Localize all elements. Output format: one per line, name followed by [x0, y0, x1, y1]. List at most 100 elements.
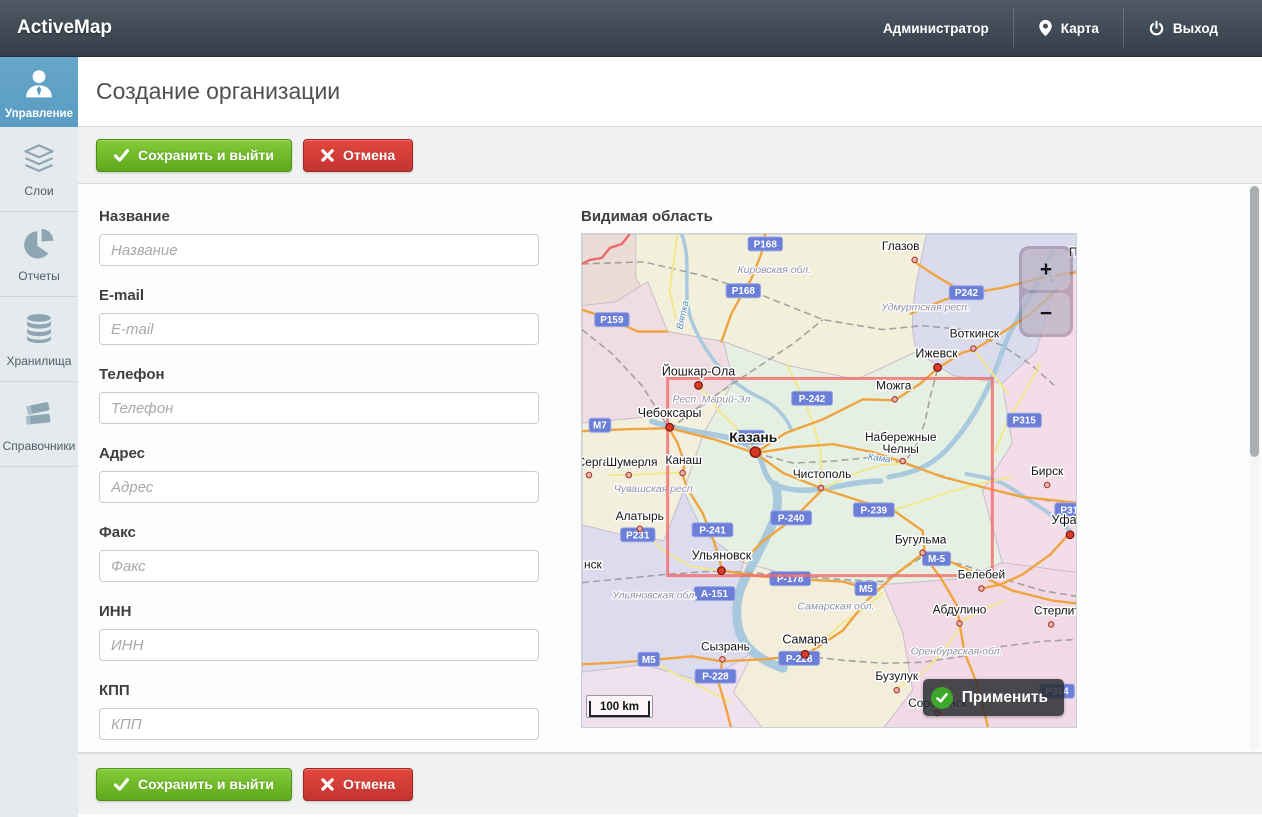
svg-text:Можга: Можга: [876, 378, 912, 392]
svg-text:Ульяновск: Ульяновск: [692, 549, 752, 563]
sidebar-item-layers[interactable]: Слои: [0, 127, 78, 212]
cancel-button-label: Отмена: [343, 776, 395, 792]
map-scale: 100 km: [586, 695, 653, 718]
svg-text:Абдулино: Абдулино: [933, 602, 987, 616]
svg-text:Йошкар-Ола: Йошкар-Ола: [662, 363, 735, 378]
road-badge: Р168: [726, 284, 760, 298]
logout-button[interactable]: Выход: [1124, 20, 1242, 37]
svg-text:Р159: Р159: [600, 315, 624, 326]
form-scrollbar-thumb[interactable]: [1250, 186, 1259, 457]
apply-button-label: Применить: [962, 689, 1048, 707]
apply-check-icon: [931, 687, 953, 709]
field-inn: ИНН: [99, 603, 539, 661]
inn-field[interactable]: [99, 629, 539, 661]
svg-text:Ижевск: Ижевск: [915, 347, 958, 361]
kpp-field[interactable]: [99, 708, 539, 740]
sidebar-item-management[interactable]: Управление: [0, 57, 78, 127]
map-link[interactable]: Карта: [1014, 19, 1123, 37]
sidebar-item-reports[interactable]: Отчеты: [0, 212, 78, 297]
cancel-button[interactable]: Отмена: [303, 139, 413, 172]
road-badge: Р-240: [771, 511, 812, 525]
fax-field[interactable]: [99, 550, 539, 582]
visible-area-label: Видимая область: [581, 208, 1077, 225]
logout-label: Выход: [1173, 21, 1218, 36]
sidebar-item-directories[interactable]: Справочники: [0, 382, 78, 467]
sidebar-item-label: Справочники: [3, 439, 76, 453]
region-label: Ульяновская обл.: [611, 590, 697, 602]
road-badge: Р159: [595, 313, 629, 327]
pie-chart-icon: [21, 226, 57, 262]
map-apply-button[interactable]: Применить: [923, 679, 1064, 716]
road-badge: Р-228: [779, 651, 820, 665]
svg-text:Белебей: Белебей: [958, 568, 1006, 582]
svg-text:М7: М7: [593, 421, 607, 432]
page-title: Создание организации: [96, 78, 340, 105]
region-label: Самарская обл.: [798, 600, 875, 612]
svg-text:Р-240: Р-240: [778, 513, 805, 524]
svg-text:Р242: Р242: [955, 288, 979, 299]
road-badge: Р-241: [692, 523, 733, 537]
sidebar-item-storage[interactable]: Хранилища: [0, 297, 78, 382]
cancel-button-label: Отмена: [343, 147, 395, 163]
city-marker: нск: [584, 558, 603, 572]
svg-text:Самара: Самара: [782, 632, 827, 646]
region-label: Чувашская респ.: [614, 484, 696, 495]
svg-text:Р-239: Р-239: [861, 505, 888, 516]
road-badge: Р-228: [695, 669, 736, 683]
road-badge: М7: [589, 418, 611, 432]
save-and-exit-button-bottom[interactable]: Сохранить и выйти: [96, 768, 292, 801]
save-button-label: Сохранить и выйти: [138, 776, 274, 792]
region-label: Кировская обл.: [737, 264, 810, 276]
svg-text:Алатырь: Алатырь: [616, 509, 664, 523]
sidebar-item-label: Хранилища: [7, 354, 72, 368]
sidebar-item-label: Управление: [5, 108, 73, 120]
svg-text:нск: нск: [584, 558, 603, 572]
checkmark-icon: [114, 149, 129, 162]
user-menu[interactable]: Администратор: [859, 21, 1013, 36]
field-label: КПП: [99, 682, 539, 699]
svg-text:Уфа: Уфа: [1052, 513, 1077, 527]
road-badge: Р315: [1007, 413, 1041, 427]
svg-text:Р231: Р231: [626, 530, 650, 541]
svg-text:Казань: Казань: [729, 429, 777, 445]
field-name: Название: [99, 208, 539, 266]
road-badge: М-5: [923, 552, 951, 566]
zoom-out-button[interactable]: −: [1022, 293, 1070, 334]
bottom-toolbar: Сохранить и выйти Отмена: [78, 753, 1262, 814]
organization-form: Название E-mail Телефон Адрес Факс: [78, 184, 1262, 753]
form-scrollbar[interactable]: [1249, 185, 1260, 751]
field-label: ИНН: [99, 603, 539, 620]
visible-area-map[interactable]: Р168Р242Р168Р159Р-242М7Р315М-7Р-239Р-240…: [581, 233, 1077, 728]
field-label: Адрес: [99, 445, 539, 462]
svg-text:М-5: М-5: [928, 554, 946, 565]
zoom-in-button[interactable]: +: [1022, 249, 1070, 290]
phone-field[interactable]: [99, 392, 539, 424]
cancel-button-bottom[interactable]: Отмена: [303, 768, 413, 801]
svg-text:Шумерля: Шумерля: [606, 455, 657, 469]
svg-text:Р168: Р168: [732, 286, 756, 297]
name-field[interactable]: [99, 234, 539, 266]
save-and-exit-button[interactable]: Сохранить и выйти: [96, 139, 292, 172]
checkmark-icon: [114, 778, 129, 791]
svg-text:Бугульма: Бугульма: [895, 533, 947, 547]
svg-text:Бузулук: Бузулук: [875, 669, 919, 683]
map-zoom-control: + −: [1019, 246, 1073, 337]
sidebar-item-label: Слои: [24, 184, 53, 198]
page-header: Создание организации: [78, 57, 1262, 127]
visible-area-panel: Видимая область: [581, 208, 1077, 728]
user-icon: [21, 65, 57, 101]
svg-text:Р-241: Р-241: [699, 525, 726, 536]
svg-text:Бирск: Бирск: [1031, 464, 1064, 478]
address-field[interactable]: [99, 471, 539, 503]
region-label: Респ. Марий-Эл: [673, 394, 751, 405]
app-logo: ActiveMap: [17, 17, 112, 39]
svg-text:Воткинск: Воткинск: [950, 327, 1000, 341]
sidebar-item-label: Отчеты: [18, 269, 59, 283]
basemap-svg[interactable]: Р168Р242Р168Р159Р-242М7Р315М-7Р-239Р-240…: [582, 234, 1077, 728]
form-fields: Название E-mail Телефон Адрес Факс: [99, 208, 539, 761]
map-link-label: Карта: [1061, 21, 1099, 36]
svg-text:Глазов: Глазов: [882, 239, 920, 253]
map-pin-icon: [1038, 19, 1053, 37]
email-field[interactable]: [99, 313, 539, 345]
layers-icon: [21, 141, 57, 177]
